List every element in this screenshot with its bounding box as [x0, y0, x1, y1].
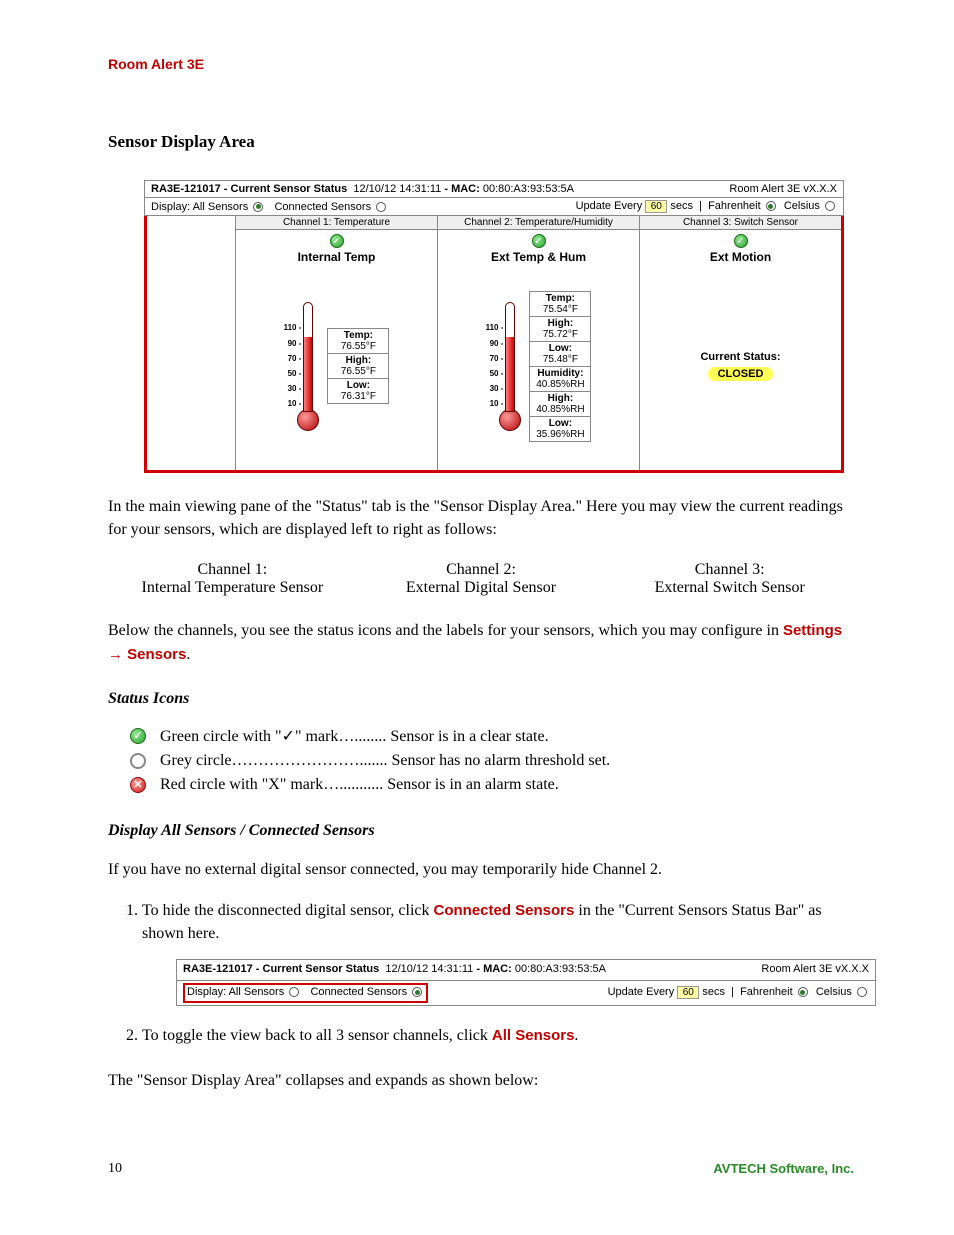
ch3-status-value: CLOSED: [708, 367, 774, 381]
small-sensor-panel: RA3E-121017 - Current Sensor Status 12/1…: [176, 959, 876, 1006]
step-2: To toggle the view back to all 3 sensor …: [142, 1024, 854, 1047]
ch3-head: Channel 3: Switch Sensor: [640, 216, 841, 230]
page-number: 10: [108, 1161, 122, 1177]
ch3-label-b: External Switch Sensor: [605, 579, 854, 597]
sensors-link: Sensors: [127, 646, 186, 663]
grey-desc: Grey circle……………………....... Sensor has no…: [160, 752, 610, 770]
mac-value: 00:80:A3:93:53:5A: [483, 183, 574, 195]
channel-3: Channel 3: Switch Sensor ✓ Ext Motion Cu…: [639, 216, 841, 470]
ch2-label-b: External Digital Sensor: [357, 579, 606, 597]
grey-circle-icon: [130, 753, 146, 769]
mac-label: MAC:: [451, 183, 480, 195]
model-label: Room Alert 3E vX.X.X: [729, 183, 837, 195]
celsius-radio[interactable]: [825, 201, 835, 211]
connected-sensors-label: Connected Sensors: [274, 201, 371, 213]
all-sensors-radio[interactable]: [253, 202, 263, 212]
footer-company: AVTECH Software, Inc.: [713, 1161, 854, 1177]
step-1: To hide the disconnected digital sensor,…: [142, 899, 854, 1006]
sensor-display-area: Channel 1: Temperature ✓ Internal Temp 1…: [144, 216, 844, 473]
settings-link: Settings: [783, 622, 842, 639]
ch1-label-a: Channel 1:: [108, 561, 357, 579]
ch1-label-b: Internal Temperature Sensor: [108, 579, 357, 597]
panel-options: Display: All Sensors Connected Sensors U…: [144, 198, 844, 216]
thermometer-bulb-icon: [297, 409, 319, 431]
ch1-title: Internal Temp: [236, 250, 437, 264]
red-x-icon: ✕: [130, 777, 146, 793]
display-label: Display:: [151, 201, 190, 213]
ch1-scale: 110 - 90 - 70 - 50 - 30 - 10 -: [284, 320, 304, 411]
check-icon: ✓: [330, 234, 344, 248]
sensor-panel: RA3E-121017 - Current Sensor Status 12/1…: [144, 180, 844, 473]
display-all-title: Display All Sensors / Connected Sensors: [108, 822, 854, 840]
thermometer-bulb-icon: [499, 409, 521, 431]
header-product: Room Alert 3E: [108, 56, 854, 72]
display-intro: If you have no external digital sensor c…: [108, 858, 854, 881]
ch1-head: Channel 1: Temperature: [236, 216, 437, 230]
display-options-highlight: Display: All Sensors Connected Sensors: [183, 983, 428, 1003]
configure-paragraph: Below the channels, you see the status i…: [108, 619, 854, 665]
status-icon-list: ✓ Green circle with "✓" mark…........ Se…: [108, 726, 854, 794]
update-unit: secs: [670, 200, 693, 212]
closing-paragraph: The "Sensor Display Area" collapses and …: [108, 1069, 854, 1092]
connected-sensors-radio-small[interactable]: [412, 987, 422, 997]
channels-row: Channel 1: Internal Temperature Sensor C…: [108, 561, 854, 597]
page-footer: 10 AVTECH Software, Inc.: [108, 1161, 854, 1177]
ch2-title: Ext Temp & Hum: [438, 250, 639, 264]
update-label: Update Every: [576, 200, 643, 212]
check-icon: ✓: [532, 234, 546, 248]
thermometer-icon: [505, 302, 515, 412]
celsius-label: Celsius: [784, 200, 820, 212]
status-label: Current Sensor Status: [231, 183, 348, 195]
panel-title-bar: RA3E-121017 - Current Sensor Status 12/1…: [144, 180, 844, 198]
channel-2: Channel 2: Temperature/Humidity ✓ Ext Te…: [437, 216, 639, 470]
green-check-icon: ✓: [130, 728, 146, 744]
ch2-readings: Temp:75.54°F High:75.72°F Low:75.48°F Hu…: [529, 291, 591, 442]
green-desc: Green circle with "✓" mark…........ Sens…: [160, 726, 549, 746]
ch2-scale: 110 - 90 - 70 - 50 - 30 - 10 -: [486, 320, 506, 411]
device-id: RA3E-121017: [151, 183, 221, 195]
connected-sensors-strong: Connected Sensors: [434, 902, 575, 919]
status-icons-title: Status Icons: [108, 690, 854, 708]
ch2-label-a: Channel 2:: [357, 561, 606, 579]
ch1-readings: Temp:76.55°F High:76.55°F Low:76.31°F: [327, 328, 389, 404]
update-input[interactable]: 60: [645, 200, 667, 213]
connected-sensors-radio[interactable]: [376, 202, 386, 212]
all-sensors-radio-small[interactable]: [289, 987, 299, 997]
check-icon: ✓: [734, 234, 748, 248]
steps-list: To hide the disconnected digital sensor,…: [142, 899, 854, 1047]
fahrenheit-label: Fahrenheit: [708, 200, 761, 212]
channel-1: Channel 1: Temperature ✓ Internal Temp 1…: [235, 216, 437, 470]
fahrenheit-radio[interactable]: [766, 201, 776, 211]
celsius-radio-small[interactable]: [857, 987, 867, 997]
ch2-head: Channel 2: Temperature/Humidity: [438, 216, 639, 230]
ch3-status-label: Current Status:: [700, 351, 780, 363]
ch3-title: Ext Motion: [640, 250, 841, 264]
fahrenheit-radio-small[interactable]: [798, 987, 808, 997]
section-title: Sensor Display Area: [108, 132, 854, 152]
thermometer-icon: [303, 302, 313, 412]
update-input-small[interactable]: 60: [677, 986, 699, 999]
red-desc: Red circle with "X" mark…........... Sen…: [160, 776, 559, 794]
intro-paragraph: In the main viewing pane of the "Status"…: [108, 495, 854, 541]
ch3-label-a: Channel 3:: [605, 561, 854, 579]
all-sensors-label: All Sensors: [193, 201, 249, 213]
all-sensors-strong: All Sensors: [492, 1027, 575, 1044]
datetime: 12/10/12 14:31:11: [353, 183, 441, 195]
